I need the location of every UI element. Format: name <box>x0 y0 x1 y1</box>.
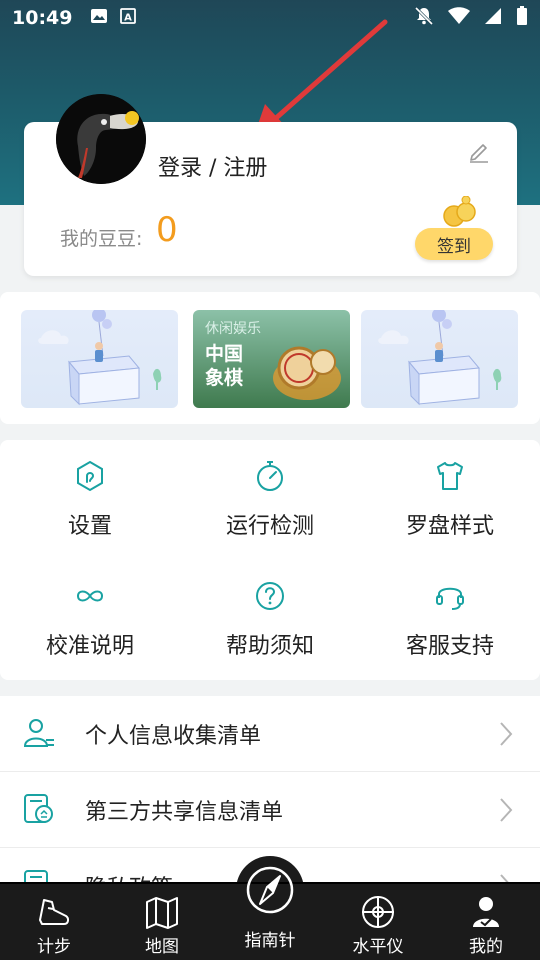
grid-label: 帮助须知 <box>225 634 314 659</box>
tab-label: 我的 <box>469 937 503 957</box>
battery-icon <box>516 6 528 30</box>
tshirt-icon <box>437 462 463 490</box>
login-register-link[interactable]: 登录 / 注册 <box>158 150 267 182</box>
grid-item-help[interactable]: 帮助须知 <box>180 560 360 670</box>
signin-button[interactable]: 签到 <box>415 228 493 260</box>
banner-chess[interactable]: 休闲娱乐 中国 象棋 <box>193 310 350 408</box>
shoe-icon <box>39 899 70 925</box>
bean-count: 0 <box>156 210 178 250</box>
share-doc-icon <box>24 794 53 823</box>
hexagon-settings-icon <box>77 460 103 492</box>
tab-label: 水平仪 <box>352 937 404 957</box>
grid-item-settings[interactable]: 设置 <box>0 440 180 550</box>
bottom-tab-bar: 计步 地图 指南针 水平仪 我的 <box>0 866 540 960</box>
grid-label: 校准说明 <box>45 634 134 659</box>
list-item-third-party[interactable]: 第三方共享信息清单 <box>0 772 540 848</box>
chess-piece-icon <box>273 346 341 400</box>
tab-label: 地图 <box>145 937 179 957</box>
profile-icon <box>473 897 499 927</box>
compass-icon <box>246 866 294 914</box>
grid-item-compass-style[interactable]: 罗盘样式 <box>360 440 540 550</box>
gauge-icon <box>257 461 283 491</box>
grid-label: 设置 <box>67 514 112 539</box>
status-time: 10:49 <box>12 7 73 29</box>
list-item-personal-info[interactable]: 个人信息收集清单 <box>0 696 540 772</box>
chevron-right-icon <box>500 798 513 822</box>
tab-label: 计步 <box>37 937 71 957</box>
tab-compass[interactable]: 指南针 <box>216 866 324 960</box>
user-list-icon <box>23 719 54 747</box>
grid-label: 运行检测 <box>225 514 314 539</box>
grid-item-run-check[interactable]: 运行检测 <box>180 440 360 550</box>
svg-text:A: A <box>125 13 133 24</box>
grid-label: 客服支持 <box>405 634 494 659</box>
banner-chess-tag: 休闲娱乐 <box>205 321 261 337</box>
list-label: 个人信息收集清单 <box>85 724 262 749</box>
mute-icon <box>414 6 434 30</box>
list-label: 第三方共享信息清单 <box>85 800 284 825</box>
banner-chess-title-line1: 中国 <box>205 343 244 365</box>
signal-icon <box>484 7 502 29</box>
tab-mine[interactable]: 我的 <box>432 884 540 960</box>
wifi-icon <box>448 7 470 29</box>
tab-pedometer[interactable]: 计步 <box>0 884 108 960</box>
infinity-icon <box>76 590 104 602</box>
tab-label: 指南针 <box>244 931 296 951</box>
banner-chess-title-line2: 象棋 <box>205 367 244 389</box>
grid-item-customer-service[interactable]: 客服支持 <box>360 560 540 670</box>
edit-icon[interactable] <box>466 138 492 168</box>
map-icon <box>146 897 178 929</box>
avatar[interactable] <box>56 94 146 184</box>
bean-label: 我的豆豆: <box>60 228 143 250</box>
grid-item-calibration[interactable]: 校准说明 <box>0 560 180 670</box>
font-app-icon: A <box>120 8 137 28</box>
banner-illustration-3[interactable] <box>361 310 518 408</box>
grid-label: 罗盘样式 <box>405 514 494 539</box>
tab-map[interactable]: 地图 <box>108 884 216 960</box>
feature-grid: 设置 运行检测 罗盘样式 校准说明 帮助须知 客服支持 <box>0 440 540 680</box>
banner-illustration-1[interactable] <box>21 310 178 408</box>
tab-level[interactable]: 水平仪 <box>324 884 432 960</box>
gallery-icon <box>90 8 108 28</box>
headset-icon <box>436 587 464 610</box>
chevron-right-icon <box>500 722 513 746</box>
level-icon <box>362 896 394 928</box>
help-icon <box>256 582 284 610</box>
